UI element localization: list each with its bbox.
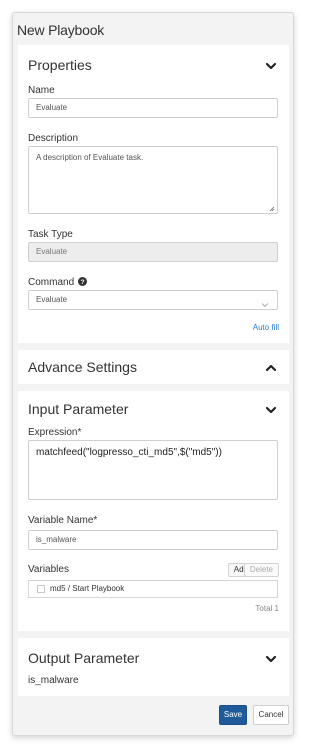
chevron-down-icon[interactable]: [265, 653, 277, 665]
variable-checkbox[interactable]: [37, 585, 45, 593]
output-parameter-value: is_malware: [28, 675, 79, 686]
variables-total: Total 1: [255, 604, 279, 613]
input-parameter-card: Input Parameter Expression* matchfeed("l…: [18, 391, 289, 631]
input-parameter-header[interactable]: Input Parameter: [28, 401, 128, 417]
resize-grip-icon[interactable]: [269, 205, 275, 212]
output-parameter-header[interactable]: Output Parameter: [28, 650, 139, 666]
chevron-up-icon[interactable]: [265, 362, 277, 374]
command-label-text: Command: [28, 277, 75, 288]
advance-settings-card: Advance Settings: [18, 350, 289, 384]
variables-label: Variables: [28, 564, 69, 575]
cancel-button[interactable]: Cancel: [253, 705, 289, 725]
advance-settings-header[interactable]: Advance Settings: [28, 359, 137, 375]
variables-list: md5 / Start Playbook: [28, 580, 278, 598]
svg-text:?: ?: [80, 279, 84, 286]
output-parameter-card: Output Parameter is_malware: [18, 638, 289, 696]
expression-editor[interactable]: matchfeed("logpresso_cti_md5",$("md5")): [28, 440, 278, 500]
command-label: Command ?: [28, 277, 87, 289]
auto-fill-link[interactable]: Auto fill: [253, 323, 279, 332]
variable-item-label: md5 / Start Playbook: [50, 584, 125, 593]
save-button[interactable]: Save: [219, 705, 247, 725]
question-circle-icon[interactable]: ?: [77, 277, 87, 289]
command-select[interactable]: Evaluate: [28, 290, 278, 310]
task-type-input: Evaluate: [28, 242, 278, 262]
variable-name-input[interactable]: is_malware: [28, 530, 278, 550]
new-playbook-panel: New Playbook Properties Name Evaluate De…: [12, 12, 294, 736]
description-label: Description: [28, 133, 79, 144]
delete-variable-button[interactable]: Delete: [243, 563, 279, 577]
chevron-down-icon[interactable]: [265, 404, 277, 416]
properties-header[interactable]: Properties: [28, 57, 92, 73]
description-textarea[interactable]: A description of Evaluate task.: [28, 146, 278, 214]
chevron-down-icon[interactable]: [265, 60, 277, 72]
expression-text: matchfeed("logpresso_cti_md5",$("md5")): [36, 447, 222, 458]
name-label: Name: [28, 85, 55, 96]
command-select-value: Evaluate: [36, 295, 68, 304]
name-input[interactable]: Evaluate: [28, 98, 278, 118]
expression-label: Expression*: [28, 427, 82, 438]
properties-card: Properties Name Evaluate Description A d…: [18, 45, 289, 343]
task-type-label: Task Type: [28, 229, 73, 240]
panel-title: New Playbook: [17, 22, 105, 38]
select-chevron-icon: [261, 297, 269, 308]
description-text: A description of Evaluate task.: [36, 153, 144, 162]
variable-name-label: Variable Name*: [28, 515, 98, 526]
